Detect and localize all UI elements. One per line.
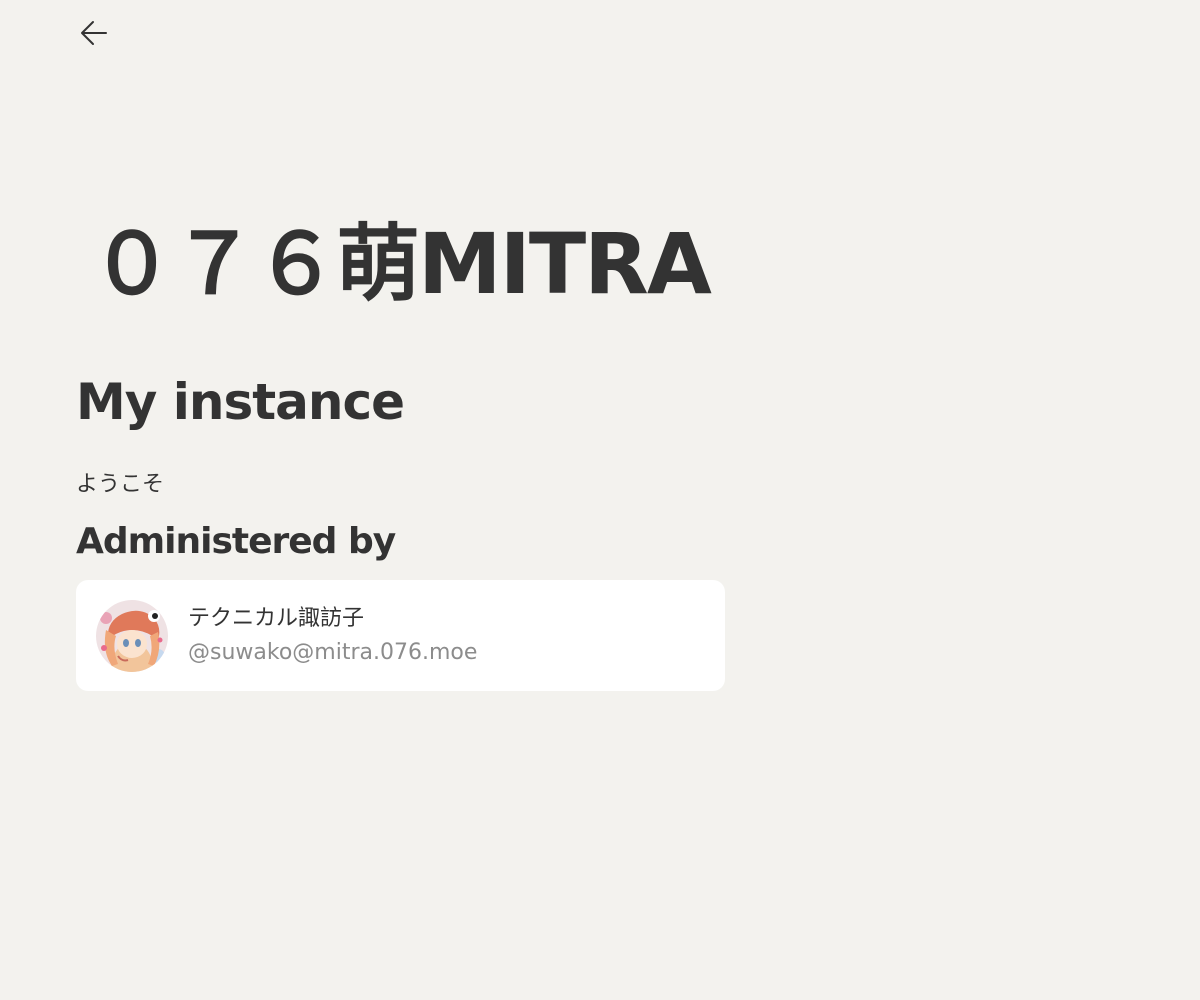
admin-profile-card[interactable]: テクニカル諏訪子 @suwako@mitra.076.moe xyxy=(76,580,725,691)
admin-heading: Administered by xyxy=(76,521,396,562)
back-button[interactable] xyxy=(74,15,114,55)
admin-display-name[interactable]: テクニカル諏訪子 xyxy=(188,602,477,636)
avatar-image xyxy=(96,599,168,672)
instance-heading: My instance xyxy=(76,373,405,431)
instance-description: ようこそ xyxy=(76,472,165,497)
admin-info: テクニカル諏訪子 @suwako@mitra.076.moe xyxy=(188,602,477,670)
arrow-left-icon xyxy=(79,18,109,52)
admin-handle[interactable]: @suwako@mitra.076.moe xyxy=(188,636,477,670)
admin-avatar[interactable] xyxy=(96,599,168,672)
site-title: ０７６萌MITRA xyxy=(90,215,712,313)
